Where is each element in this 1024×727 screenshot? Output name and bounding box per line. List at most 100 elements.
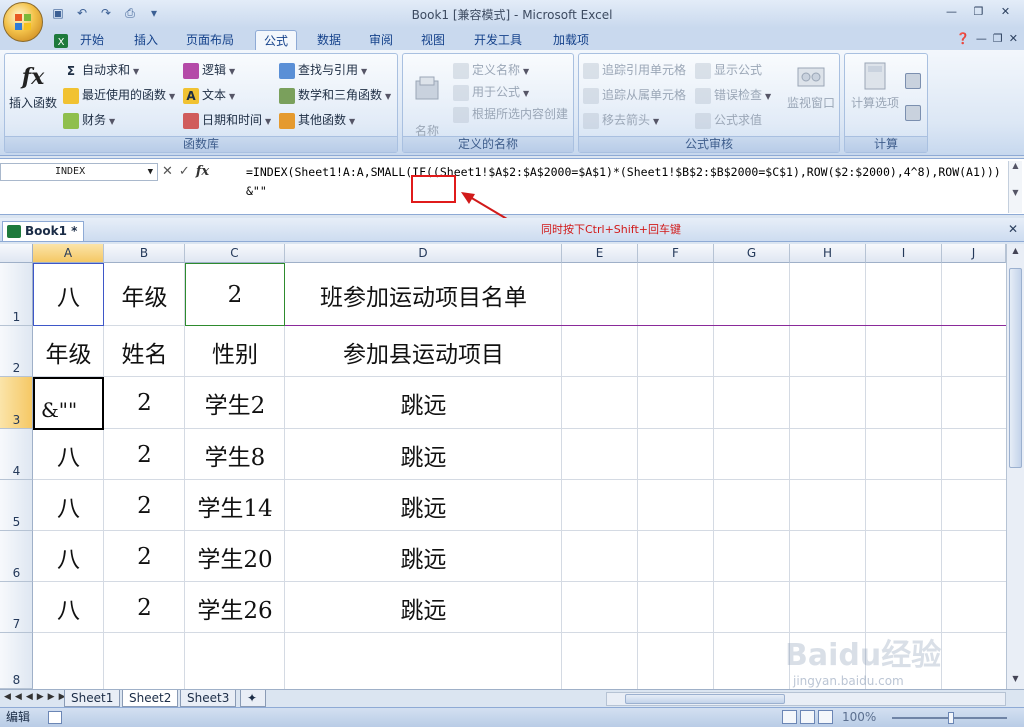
cell-a7[interactable]: 八 (33, 582, 104, 633)
minimize-icon[interactable]: — (939, 3, 964, 21)
define-name-button[interactable]: 定义名称 ▼ (453, 60, 529, 80)
datetime-button[interactable]: 日期和时间 ▼ (183, 110, 271, 130)
sheet-tab-3[interactable]: Sheet3 (180, 690, 237, 707)
cell-b2[interactable]: 姓名 (104, 326, 185, 377)
column-header-b[interactable]: B (104, 244, 185, 263)
cell-d2[interactable]: 参加县运动项目 (285, 326, 562, 377)
cell-c2[interactable]: 性别 (185, 326, 285, 377)
formula-bar-expand[interactable]: ▲ ▼ (1008, 161, 1022, 213)
cell-d3[interactable]: 跳远 (285, 377, 562, 429)
column-header-j[interactable]: J (942, 244, 1006, 263)
column-header-i[interactable]: I (866, 244, 942, 263)
cell-c4[interactable]: 学生8 (185, 429, 285, 480)
office-button[interactable] (3, 2, 43, 42)
vertical-scrollbar[interactable]: ▲ ▼ (1006, 244, 1024, 689)
cell-a4[interactable]: 八 (33, 429, 104, 480)
name-box[interactable]: INDEX ▼ (0, 163, 158, 181)
cell-a6[interactable]: 八 (33, 531, 104, 582)
use-in-formula-button[interactable]: 用于公式 ▼ (453, 82, 529, 102)
trace-precedents-button[interactable]: 追踪引用单元格 (583, 60, 686, 80)
row-header-8[interactable]: 8 (0, 633, 33, 689)
hscroll-thumb[interactable] (625, 694, 785, 704)
ribbon-close-icon[interactable]: ✕ (1009, 32, 1018, 45)
logical-button[interactable]: 逻辑 ▼ (183, 60, 235, 80)
sheet-tab-2[interactable]: Sheet2 (122, 690, 179, 707)
row-header-4[interactable]: 4 (0, 429, 33, 480)
tab-data[interactable]: 数据 (309, 30, 349, 50)
sheet-tab-1[interactable]: Sheet1 (64, 690, 121, 707)
row-header-2[interactable]: 2 (0, 326, 33, 377)
select-all-corner[interactable] (0, 244, 33, 263)
formula-input[interactable]: =INDEX(Sheet1!A:A,SMALL(IF((Sheet1!$A$2:… (246, 163, 1006, 201)
insert-function-button[interactable]: fx 插入函数 (7, 60, 59, 111)
scroll-down-icon[interactable]: ▼ (1007, 674, 1024, 683)
recent-functions-button[interactable]: 最近使用的函数 ▼ (63, 85, 175, 105)
workbook-tab[interactable]: Book1 * (2, 221, 85, 241)
math-button[interactable]: 数学和三角函数 ▼ (279, 85, 391, 105)
zoom-level[interactable]: 100% (842, 708, 876, 727)
tab-view[interactable]: 视图 (413, 30, 453, 50)
column-header-h[interactable]: H (790, 244, 866, 263)
macro-record-icon[interactable] (48, 711, 62, 724)
text-button[interactable]: A 文本 ▼ (183, 85, 235, 105)
cell-c7[interactable]: 学生26 (185, 582, 285, 633)
cell-d5[interactable]: 跳远 (285, 480, 562, 531)
cell-b1[interactable]: 年级 (104, 263, 185, 326)
row-header-3[interactable]: 3 (0, 377, 33, 429)
tab-addins[interactable]: 加载项 (545, 30, 597, 50)
column-header-d[interactable]: D (285, 244, 562, 263)
restore-icon[interactable]: ❐ (966, 3, 991, 21)
ribbon-minimize-icon[interactable]: — (976, 32, 987, 45)
page-layout-view-icon[interactable] (800, 710, 815, 724)
enter-icon[interactable]: ✓ (179, 164, 190, 180)
watch-window-button[interactable]: 监视窗口 (785, 60, 837, 111)
calculation-options-button[interactable]: 计算选项 (847, 60, 903, 111)
cell-c3[interactable]: 学生2 (185, 377, 285, 429)
remove-arrows-button[interactable]: 移去箭头 ▼ (583, 110, 659, 130)
normal-view-icon[interactable] (782, 710, 797, 724)
tab-review[interactable]: 审阅 (361, 30, 401, 50)
trace-dependents-button[interactable]: 追踪从属单元格 (583, 85, 686, 105)
create-from-selection-button[interactable]: 根据所选内容创建 (453, 104, 568, 124)
cell-b7[interactable]: 2 (104, 582, 185, 633)
calculate-now-icon[interactable] (905, 70, 924, 90)
zoom-knob[interactable] (948, 712, 954, 724)
fx-icon[interactable]: fx (196, 164, 209, 180)
sheet-nav-icons[interactable]: ◀◀◀▶▶▶ (4, 692, 70, 702)
cell-b6[interactable]: 2 (104, 531, 185, 582)
help-icon[interactable]: ❓ (956, 32, 970, 45)
row-header-6[interactable]: 6 (0, 531, 33, 582)
financial-button[interactable]: 财务 ▼ (63, 110, 115, 130)
tab-page-layout[interactable]: 页面布局 (178, 30, 242, 50)
worksheet-grid[interactable]: A B C D E F G H I J 1 2 3 4 5 6 7 8 八 年级… (0, 244, 1006, 689)
calculate-sheet-icon[interactable] (905, 102, 924, 122)
row-header-7[interactable]: 7 (0, 582, 33, 633)
cell-d4[interactable]: 跳远 (285, 429, 562, 480)
row-header-1[interactable]: 1 (0, 263, 33, 326)
show-formulas-button[interactable]: 显示公式 (695, 60, 762, 80)
cell-a2[interactable]: 年级 (33, 326, 104, 377)
tab-home[interactable]: 开始 (72, 30, 112, 50)
column-header-e[interactable]: E (562, 244, 638, 263)
scroll-up-icon[interactable]: ▲ (1007, 246, 1024, 255)
workbook-close-icon[interactable]: ✕ (1008, 222, 1018, 236)
cell-b5[interactable]: 2 (104, 480, 185, 531)
more-functions-button[interactable]: 其他函数 ▼ (279, 110, 355, 130)
scroll-thumb[interactable] (1009, 268, 1022, 468)
cell-c5[interactable]: 学生14 (185, 480, 285, 531)
cell-d7[interactable]: 跳远 (285, 582, 562, 633)
lookup-button[interactable]: 查找与引用 ▼ (279, 60, 367, 80)
cell-c6[interactable]: 学生20 (185, 531, 285, 582)
tab-formulas[interactable]: 公式 (255, 30, 298, 50)
column-header-f[interactable]: F (638, 244, 714, 263)
close-icon[interactable]: ✕ (993, 3, 1018, 21)
cell-d1[interactable]: 班参加运动项目名单 (285, 263, 562, 326)
cell-d6[interactable]: 跳远 (285, 531, 562, 582)
horizontal-scrollbar[interactable] (606, 692, 1006, 706)
evaluate-formula-button[interactable]: 公式求值 (695, 110, 762, 130)
column-header-c[interactable]: C (185, 244, 285, 263)
column-header-a[interactable]: A (33, 244, 104, 263)
cell-b3[interactable]: 2 (104, 377, 185, 429)
autosum-button[interactable]: Σ 自动求和 ▼ (63, 60, 139, 80)
tab-insert[interactable]: 插入 (126, 30, 166, 50)
